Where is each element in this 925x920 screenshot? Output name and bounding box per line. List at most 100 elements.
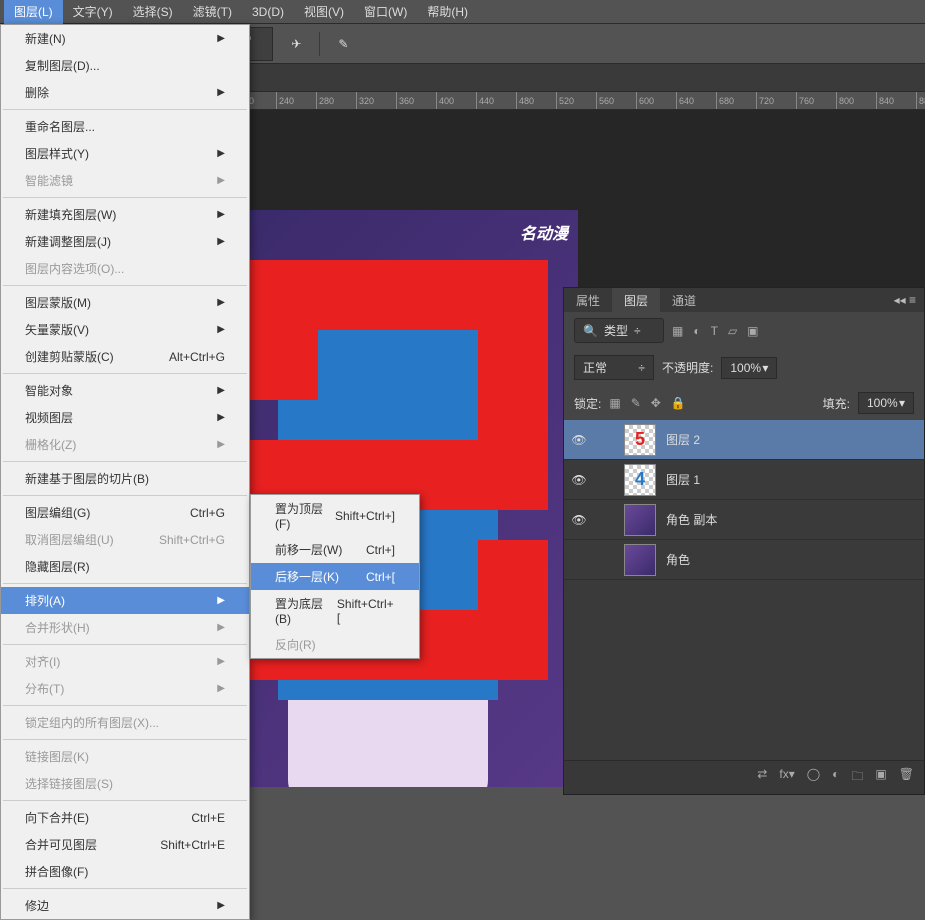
blend-mode-select[interactable]: 正常÷ xyxy=(574,355,654,380)
menu-item[interactable]: 矢量蒙版(V)▶ xyxy=(1,316,249,343)
layer-row[interactable]: 👁 角色 副本 xyxy=(564,500,924,540)
menu-view[interactable]: 视图(V) xyxy=(294,0,354,24)
link-layers-icon[interactable]: ⇄ xyxy=(757,767,767,788)
new-fill-icon[interactable]: ◐ xyxy=(832,767,839,788)
menu-item[interactable]: 视频图层▶ xyxy=(1,404,249,431)
menu-filter[interactable]: 滤镜(T) xyxy=(183,0,242,24)
layer-thumbnail[interactable]: 5 xyxy=(624,424,656,456)
visibility-toggle[interactable]: 👁 xyxy=(564,433,594,447)
menu-separator xyxy=(3,495,247,496)
visibility-toggle[interactable]: 👁 xyxy=(564,473,594,487)
ruler-tick: 600 xyxy=(636,92,654,109)
submenu-item[interactable]: 前移一层(W)Ctrl+] xyxy=(251,536,419,563)
lock-all-icon[interactable]: 🔒 xyxy=(671,396,686,410)
menu-item[interactable]: 排列(A)▶ xyxy=(1,587,249,614)
menu-item: 栅格化(Z)▶ xyxy=(1,431,249,458)
filter-pixel-icon[interactable]: ▦ xyxy=(672,324,683,338)
new-group-icon[interactable]: 🗀 xyxy=(851,767,863,788)
menu-item[interactable]: 新建基于图层的切片(B) xyxy=(1,465,249,492)
fill-label: 填充: xyxy=(823,395,850,412)
menu-item[interactable]: 新建(N)▶ xyxy=(1,25,249,52)
filter-smart-icon[interactable]: ▣ xyxy=(747,324,758,338)
lock-position-icon[interactable]: ✥ xyxy=(651,396,661,410)
layer-mask-icon[interactable]: ◯ xyxy=(807,767,820,788)
menu-separator xyxy=(3,373,247,374)
opacity-input[interactable]: 100%▾ xyxy=(721,357,777,379)
ruler-tick: 880 xyxy=(916,92,925,109)
submenu-item[interactable]: 置为顶层(F)Shift+Ctrl+] xyxy=(251,495,419,536)
lock-label: 锁定: xyxy=(574,395,601,412)
menu-item[interactable]: 新建调整图层(J)▶ xyxy=(1,228,249,255)
layer-fx-icon[interactable]: fx▾ xyxy=(779,767,794,788)
menu-item[interactable]: 隐藏图层(R) xyxy=(1,553,249,580)
filter-type-icon[interactable]: T xyxy=(711,324,718,338)
layer-name[interactable]: 角色 xyxy=(662,551,690,568)
menu-separator xyxy=(3,644,247,645)
panel-tab-layers[interactable]: 图层 xyxy=(612,288,660,313)
menu-item[interactable]: 新建填充图层(W)▶ xyxy=(1,201,249,228)
ruler-tick: 400 xyxy=(436,92,454,109)
menu-item: 图层内容选项(O)... xyxy=(1,255,249,282)
layer-name[interactable]: 图层 2 xyxy=(662,431,700,448)
menu-item: 智能滤镜▶ xyxy=(1,167,249,194)
visibility-toggle[interactable]: 👁 xyxy=(564,513,594,527)
layers-list: 👁 5 图层 2 👁 4 图层 1 👁 角色 副本角色 xyxy=(564,420,924,760)
menu-separator xyxy=(3,197,247,198)
airbrush-icon[interactable]: ✈ xyxy=(283,31,309,57)
menu-item[interactable]: 重命名图层... xyxy=(1,113,249,140)
layer-row[interactable]: 角色 xyxy=(564,540,924,580)
layer-row[interactable]: 👁 4 图层 1 xyxy=(564,460,924,500)
menu-select[interactable]: 选择(S) xyxy=(123,0,183,24)
menu-item[interactable]: 删除▶ xyxy=(1,79,249,106)
fill-input[interactable]: 100%▾ xyxy=(858,392,914,414)
menu-item[interactable]: 拼合图像(F) xyxy=(1,858,249,885)
panel-collapse-icon[interactable]: ◂◂ ≡ xyxy=(886,293,924,307)
menu-separator xyxy=(3,461,247,462)
menu-item[interactable]: 创建剪贴蒙版(C)Alt+Ctrl+G xyxy=(1,343,249,370)
ruler-tick: 240 xyxy=(276,92,294,109)
panel-tab-properties[interactable]: 属性 xyxy=(564,288,612,313)
layer-name[interactable]: 角色 副本 xyxy=(662,511,717,528)
layer-menu-dropdown: 新建(N)▶复制图层(D)...删除▶ 重命名图层...图层样式(Y)▶智能滤镜▶… xyxy=(0,24,250,920)
menu-help[interactable]: 帮助(H) xyxy=(417,0,478,24)
delete-layer-icon[interactable]: 🗑 xyxy=(899,767,914,788)
ruler-tick: 520 xyxy=(556,92,574,109)
menu-item[interactable]: 复制图层(D)... xyxy=(1,52,249,79)
filter-adjust-icon[interactable]: ◐ xyxy=(693,324,700,338)
menu-item[interactable]: 图层编组(G)Ctrl+G xyxy=(1,499,249,526)
menu-item[interactable]: 图层样式(Y)▶ xyxy=(1,140,249,167)
lock-transparent-icon[interactable]: ▦ xyxy=(609,396,620,410)
layers-panel: 属性 图层 通道 ◂◂ ≡ 🔍 类型 ÷ ▦ ◐ T ▱ ▣ 正常÷ 不透明度:… xyxy=(563,287,925,795)
ruler-tick: 800 xyxy=(836,92,854,109)
layer-filter-select[interactable]: 🔍 类型 ÷ xyxy=(574,318,664,343)
submenu-item[interactable]: 后移一层(K)Ctrl+[ xyxy=(251,563,419,590)
menu-item[interactable]: 合并可见图层Shift+Ctrl+E xyxy=(1,831,249,858)
lock-paint-icon[interactable]: ✎ xyxy=(631,396,641,410)
layer-name[interactable]: 图层 1 xyxy=(662,471,700,488)
layer-thumbnail[interactable]: 4 xyxy=(624,464,656,496)
menu-item[interactable]: 向下合并(E)Ctrl+E xyxy=(1,804,249,831)
menu-item: 分布(T)▶ xyxy=(1,675,249,702)
menu-item: 锁定组内的所有图层(X)... xyxy=(1,709,249,736)
menu-item[interactable]: 修边▶ xyxy=(1,892,249,919)
pressure-opacity-icon[interactable]: ✎ xyxy=(330,31,356,57)
menu-separator xyxy=(3,109,247,110)
opacity-label: 不透明度: xyxy=(662,359,713,376)
menu-layer[interactable]: 图层(L) xyxy=(4,0,63,24)
menu-item[interactable]: 智能对象▶ xyxy=(1,377,249,404)
filter-shape-icon[interactable]: ▱ xyxy=(728,324,737,338)
new-layer-icon[interactable]: ▣ xyxy=(875,767,886,788)
ruler-tick: 720 xyxy=(756,92,774,109)
ruler-tick: 680 xyxy=(716,92,734,109)
panel-tab-channels[interactable]: 通道 xyxy=(660,288,708,313)
layer-row[interactable]: 👁 5 图层 2 xyxy=(564,420,924,460)
menu-item[interactable]: 图层蒙版(M)▶ xyxy=(1,289,249,316)
menubar: 图层(L) 文字(Y) 选择(S) 滤镜(T) 3D(D) 视图(V) 窗口(W… xyxy=(0,0,925,24)
layer-thumbnail[interactable] xyxy=(624,544,656,576)
submenu-item[interactable]: 置为底层(B)Shift+Ctrl+[ xyxy=(251,590,419,631)
menu-text[interactable]: 文字(Y) xyxy=(63,0,123,24)
layer-thumbnail[interactable] xyxy=(624,504,656,536)
menu-item: 选择链接图层(S) xyxy=(1,770,249,797)
menu-3d[interactable]: 3D(D) xyxy=(242,1,294,23)
menu-window[interactable]: 窗口(W) xyxy=(354,0,417,24)
